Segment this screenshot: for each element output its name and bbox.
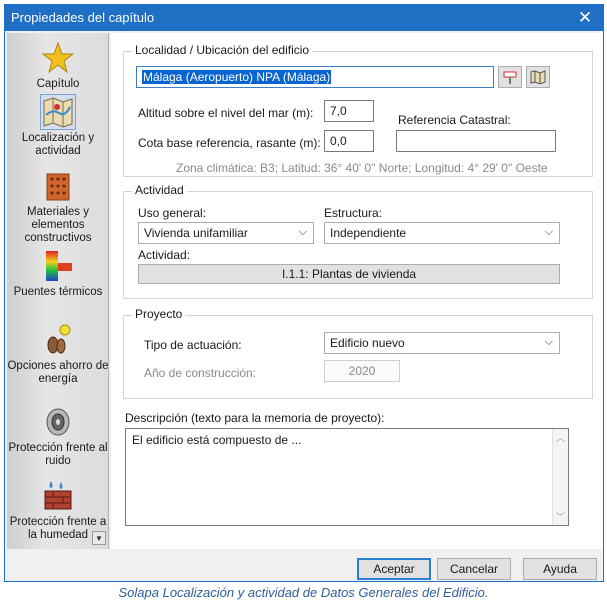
sidebar-scroll-down-button[interactable]: ▼: [92, 531, 106, 545]
accept-button[interactable]: Aceptar: [357, 558, 431, 580]
chevron-down-icon: ⌵: [544, 336, 553, 348]
chevron-down-icon[interactable]: ﹀: [556, 510, 565, 523]
structure-label: Estructura:: [324, 206, 383, 220]
title-bar: Propiedades del capítulo ✕: [5, 5, 603, 31]
figure-caption: Solapa Localización y actividad de Datos…: [118, 585, 489, 600]
activity-label: Actividad:: [138, 248, 191, 262]
altitude-label: Altitud sobre el nivel del mar (m):: [138, 106, 314, 120]
location-group-label: Localidad / Ubicación del edificio: [132, 43, 313, 57]
window-title: Propiedades del capítulo: [11, 10, 155, 25]
search-location-button[interactable]: [498, 66, 522, 88]
activity-button[interactable]: I.1.1: Plantas de vivienda: [138, 264, 560, 284]
sidebar-item-ruido[interactable]: Protección frente al ruido: [7, 405, 108, 468]
action-type-select[interactable]: Edificio nuevo ⌵: [324, 332, 560, 354]
cancel-button[interactable]: Cancelar: [437, 558, 511, 580]
cadastral-label: Referencia Catastral:: [398, 113, 511, 127]
year-label: Año de construcción:: [144, 366, 257, 380]
speaker-icon: [41, 405, 75, 439]
sidebar-item-localizacion[interactable]: Localización y actividad: [7, 94, 108, 158]
open-map-button[interactable]: [526, 66, 550, 88]
help-button[interactable]: Ayuda: [523, 558, 597, 580]
description-scrollbar[interactable]: ︿ ﹀: [552, 429, 568, 525]
brick-icon: [41, 169, 75, 203]
project-group-label: Proyecto: [132, 307, 186, 321]
chevron-up-icon[interactable]: ︿: [556, 431, 565, 444]
sidebar-item-capitulo[interactable]: Capítulo: [7, 41, 108, 91]
star-icon: [41, 41, 75, 75]
chevron-down-icon: ⌵: [544, 226, 553, 238]
project-group: Proyecto Tipo de actuación: Edificio nue…: [123, 307, 593, 399]
map-icon: [530, 70, 546, 85]
signpost-icon: [503, 71, 517, 84]
humidity-icon: [41, 479, 75, 513]
activity-group: Actividad Uso general: Vivienda unifamil…: [123, 183, 593, 299]
activity-group-label: Actividad: [132, 183, 187, 197]
tab-content: Localidad / Ubicación del edificio Málag…: [111, 33, 603, 549]
base-label: Cota base referencia, rasante (m):: [138, 136, 321, 150]
thermal-bridge-icon: [41, 249, 75, 283]
sidebar-item-puentes[interactable]: Puentes térmicos: [7, 249, 108, 299]
energy-options-icon: [41, 323, 75, 357]
sidebar-item-materiales[interactable]: Materiales y elementos constructivos: [7, 169, 108, 245]
general-use-select[interactable]: Vivienda unifamiliar ⌵: [138, 222, 314, 244]
map-icon: [40, 94, 76, 130]
description-label: Descripción (texto para la memoria de pr…: [125, 411, 385, 425]
year-field[interactable]: 2020: [324, 360, 400, 382]
properties-dialog: Propiedades del capítulo ✕ Capítulo Loca…: [4, 4, 604, 582]
cadastral-field[interactable]: [396, 130, 556, 152]
description-textarea[interactable]: El edificio está compuesto de ... ︿ ﹀: [125, 428, 569, 526]
altitude-field[interactable]: 7,0: [324, 100, 374, 122]
location-group: Localidad / Ubicación del edificio Málag…: [123, 43, 593, 177]
dialog-footer: Aceptar Cancelar Ayuda: [5, 551, 603, 581]
close-icon[interactable]: ✕: [567, 5, 603, 31]
sidebar: Capítulo Localización y actividad Materi…: [7, 33, 109, 549]
action-type-label: Tipo de actuación:: [144, 338, 242, 352]
general-use-label: Uso general:: [138, 206, 207, 220]
chevron-down-icon: ⌵: [298, 226, 307, 238]
location-input[interactable]: Málaga (Aeropuerto) NPA (Málaga): [136, 66, 494, 88]
base-field[interactable]: 0,0: [324, 130, 374, 152]
location-input-text: Málaga (Aeropuerto) NPA (Málaga): [142, 70, 332, 84]
sidebar-item-ahorro[interactable]: Opciones ahorro de energía: [7, 323, 108, 386]
structure-select[interactable]: Independiente ⌵: [324, 222, 560, 244]
climate-info: Zona climática: B3; Latitud: 36° 40' 0" …: [176, 161, 548, 175]
